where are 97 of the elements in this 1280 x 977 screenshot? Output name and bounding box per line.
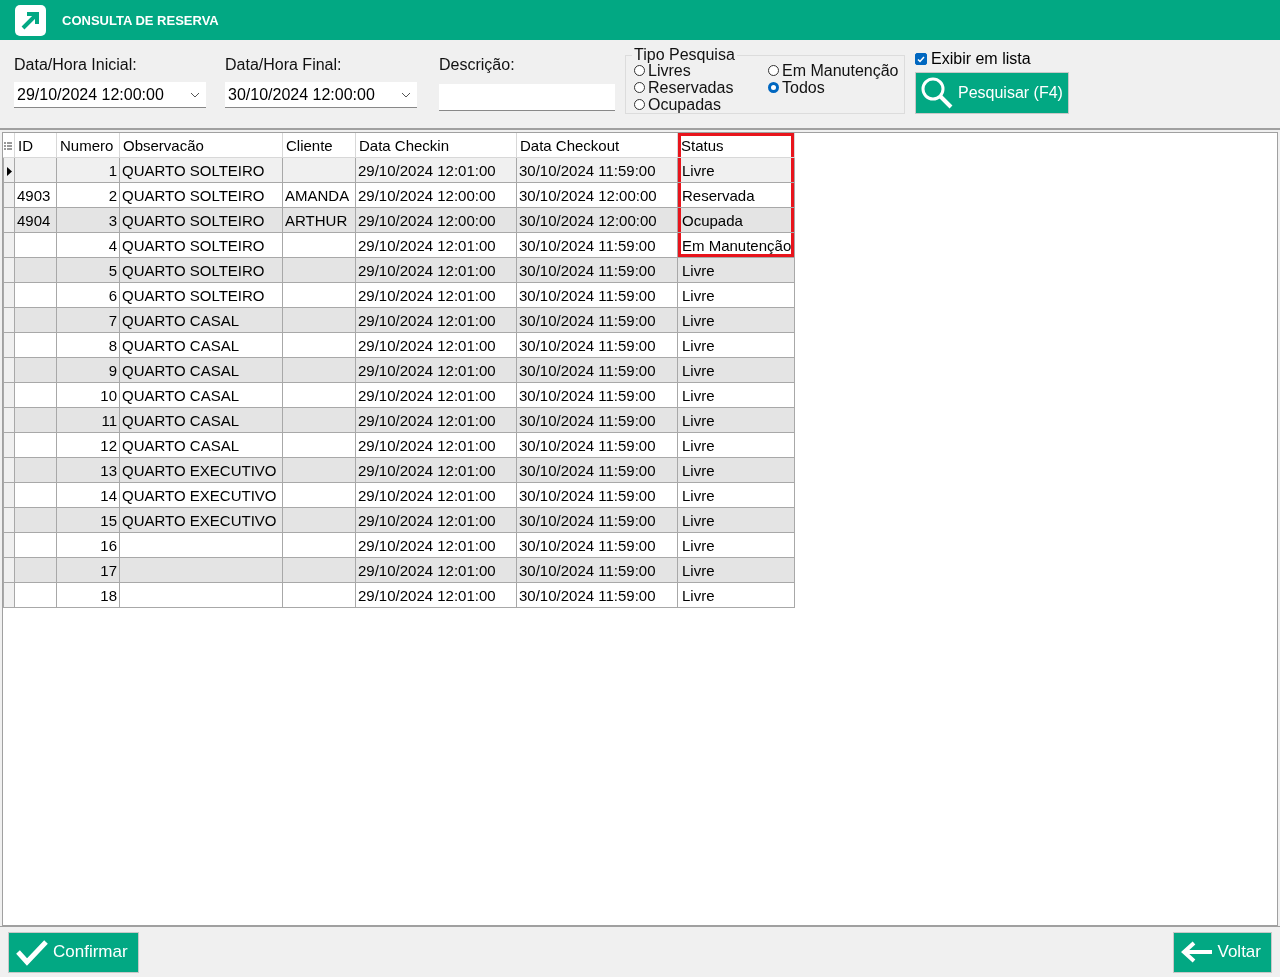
column-header[interactable]: ID xyxy=(14,133,57,158)
table-cell: 30/10/2024 12:00:00 xyxy=(516,207,678,233)
arrow-left-icon xyxy=(1179,940,1214,964)
table-cell: QUARTO SOLTEIRO xyxy=(119,282,283,308)
table-cell: Reservada xyxy=(677,182,795,208)
checkmark-icon xyxy=(15,938,49,966)
table-cell: Livre xyxy=(677,382,795,408)
table-cell: 29/10/2024 12:01:00 xyxy=(355,557,517,583)
radio-option[interactable]: Em Manutenção xyxy=(768,62,904,79)
table-cell: Em Manutenção xyxy=(677,232,795,258)
table-cell: 30/10/2024 11:59:00 xyxy=(516,232,678,258)
table-cell: 29/10/2024 12:01:00 xyxy=(355,482,517,508)
field-label: Descrição: xyxy=(439,56,516,74)
column-header[interactable]: Data Checkout xyxy=(516,133,678,158)
checkmark-icon xyxy=(917,55,925,63)
table-cell: 29/10/2024 12:01:00 xyxy=(355,457,517,483)
table-cell: 30/10/2024 11:59:00 xyxy=(516,257,678,283)
table-cell: 30/10/2024 11:59:00 xyxy=(516,357,678,383)
table-cell: 29/10/2024 12:01:00 xyxy=(355,282,517,308)
column-header[interactable]: Observacão xyxy=(119,133,283,158)
row-pointer-icon xyxy=(6,166,12,176)
table-cell: QUARTO CASAL xyxy=(119,432,283,458)
date-picker[interactable]: 29/10/2024 12:00:00 xyxy=(14,82,206,108)
chevron-icon xyxy=(190,91,200,98)
table-cell: Livre xyxy=(677,282,795,308)
table-cell: 30/10/2024 11:59:00 xyxy=(516,282,678,308)
table-cell: QUARTO EXECUTIVO xyxy=(119,457,283,483)
table-cell: 29/10/2024 12:01:00 xyxy=(355,232,517,258)
column-header[interactable]: Cliente xyxy=(282,133,356,158)
table-cell: 29/10/2024 12:01:00 xyxy=(355,157,517,183)
table-cell: 30/10/2024 11:59:00 xyxy=(516,332,678,358)
table-cell: Livre xyxy=(677,432,795,458)
table-cell: Livre xyxy=(677,482,795,508)
table-cell: QUARTO CASAL xyxy=(119,407,283,433)
table-cell: Livre xyxy=(677,557,795,583)
table-cell: 29/10/2024 12:01:00 xyxy=(355,582,517,608)
table-cell: 29/10/2024 12:01:00 xyxy=(355,382,517,408)
column-header[interactable]: Numero xyxy=(56,133,120,158)
table-cell: QUARTO EXECUTIVO xyxy=(119,507,283,533)
table-cell: Livre xyxy=(677,357,795,383)
table-cell: 30/10/2024 11:59:00 xyxy=(516,157,678,183)
column-menu-icon[interactable] xyxy=(3,141,12,151)
table-cell: 29/10/2024 12:01:00 xyxy=(355,257,517,283)
radio-option[interactable]: Ocupadas xyxy=(634,96,768,113)
description-input[interactable] xyxy=(439,84,615,111)
chevron-icon xyxy=(401,91,411,98)
table-cell: Livre xyxy=(677,307,795,333)
table-cell: Livre xyxy=(677,582,795,608)
table-cell: 30/10/2024 11:59:00 xyxy=(516,407,678,433)
radio-option[interactable]: Todos xyxy=(768,79,904,96)
table-cell: Livre xyxy=(677,257,795,283)
table-cell: 30/10/2024 11:59:00 xyxy=(516,507,678,533)
table-cell: QUARTO EXECUTIVO xyxy=(119,482,283,508)
table-cell: 29/10/2024 12:00:00 xyxy=(355,182,517,208)
table-cell: Livre xyxy=(677,457,795,483)
table-cell: QUARTO SOLTEIRO xyxy=(119,257,283,283)
window-title: CONSULTA DE RESERVA xyxy=(62,12,219,28)
radio-option[interactable]: Reservadas xyxy=(634,79,768,96)
table-cell: Livre xyxy=(677,407,795,433)
table-cell: 29/10/2024 12:01:00 xyxy=(355,407,517,433)
column-header[interactable]: Data Checkin xyxy=(355,133,517,158)
table-cell: 29/10/2024 12:01:00 xyxy=(355,507,517,533)
table-cell: 29/10/2024 12:00:00 xyxy=(355,207,517,233)
table-cell: 30/10/2024 11:59:00 xyxy=(516,307,678,333)
table-cell: QUARTO CASAL xyxy=(119,332,283,358)
table-cell: 30/10/2024 11:59:00 xyxy=(516,457,678,483)
table-cell: QUARTO SOLTEIRO xyxy=(119,232,283,258)
table-cell: QUARTO SOLTEIRO xyxy=(119,157,283,183)
table-cell: 30/10/2024 11:59:00 xyxy=(516,432,678,458)
table-cell: Livre xyxy=(677,332,795,358)
search-icon xyxy=(920,76,954,110)
table-cell: QUARTO SOLTEIRO xyxy=(119,207,283,233)
table-cell: QUARTO SOLTEIRO xyxy=(119,182,283,208)
column-header[interactable]: Status xyxy=(677,133,795,158)
table-cell: 30/10/2024 11:59:00 xyxy=(516,382,678,408)
table-cell: Livre xyxy=(677,532,795,558)
checkbox-option[interactable]: Exibir em lista xyxy=(915,50,1069,68)
table-cell: 29/10/2024 12:01:00 xyxy=(355,307,517,333)
table-cell: QUARTO CASAL xyxy=(119,382,283,408)
table-cell: 29/10/2024 12:01:00 xyxy=(355,332,517,358)
field-label: Data/Hora Inicial: xyxy=(14,56,138,74)
table-cell: 30/10/2024 11:59:00 xyxy=(516,557,678,583)
table-cell: Ocupada xyxy=(677,207,795,233)
field-label: Data/Hora Final: xyxy=(225,56,343,74)
table-cell: QUARTO CASAL xyxy=(119,307,283,333)
table-cell: 30/10/2024 11:59:00 xyxy=(516,582,678,608)
table-cell: Livre xyxy=(677,157,795,183)
table-cell: 30/10/2024 11:59:00 xyxy=(516,532,678,558)
table-cell: 30/10/2024 11:59:00 xyxy=(516,482,678,508)
table-cell: 29/10/2024 12:01:00 xyxy=(355,532,517,558)
table-cell: 29/10/2024 12:01:00 xyxy=(355,357,517,383)
table-cell: Livre xyxy=(677,507,795,533)
table-cell: 30/10/2024 12:00:00 xyxy=(516,182,678,208)
table-cell: QUARTO CASAL xyxy=(119,357,283,383)
logo-icon xyxy=(15,4,46,36)
table-cell: 29/10/2024 12:01:00 xyxy=(355,432,517,458)
date-picker[interactable]: 30/10/2024 12:00:00 xyxy=(225,82,417,108)
